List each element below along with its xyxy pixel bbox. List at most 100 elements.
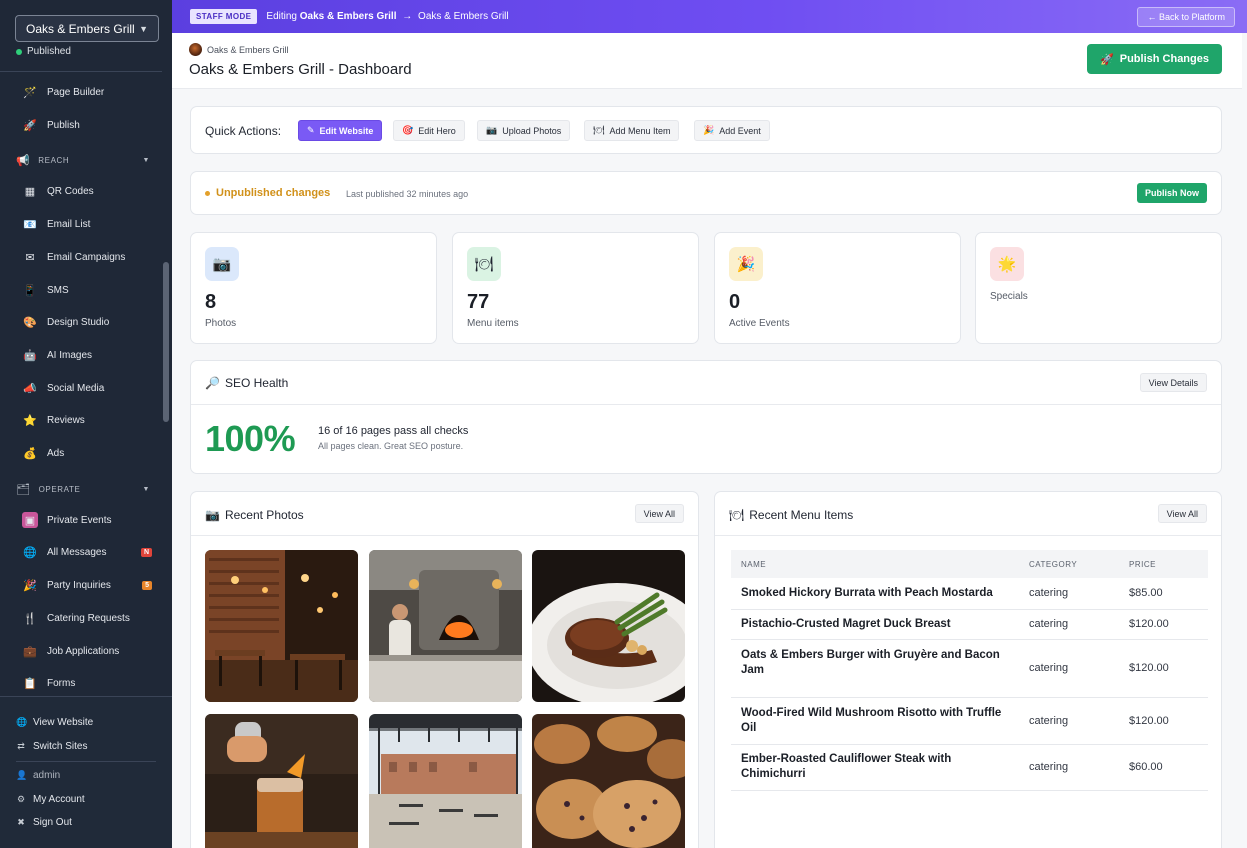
menu-item-name: Oats & Embers Burger with Gruyère and Ba… — [731, 639, 1019, 698]
sidebar-item-social-media[interactable]: 📣 Social Media — [22, 378, 152, 398]
column-header-category[interactable]: CATEGORY — [1019, 550, 1119, 578]
pizza-oven-chef-image — [369, 550, 522, 702]
menu-item-category: catering — [1019, 697, 1119, 745]
pencil-icon: ✎ — [307, 125, 315, 135]
column-header-name[interactable]: NAME — [731, 550, 1019, 578]
stat-card-specials[interactable]: 🌟 Specials — [975, 232, 1222, 344]
sidebar-item-reviews[interactable]: ⭐ Reviews — [22, 410, 152, 430]
view-website-link[interactable]: 🌐 View Website — [16, 717, 93, 728]
stat-card-active-events[interactable]: 🎉 0 Active Events — [714, 232, 961, 344]
sidebar-item-design-studio[interactable]: 🎨 Design Studio — [22, 312, 152, 332]
close-icon: ✖ — [17, 817, 25, 827]
upload-photos-button[interactable]: 📷 Upload Photos — [477, 120, 571, 141]
photo-cocktail[interactable] — [205, 714, 358, 848]
globe-icon: 🌐 — [16, 717, 28, 727]
stat-card-menu-items[interactable]: 🍽 77 Menu items — [452, 232, 699, 344]
sidebar-footer: 🌐 View Website ⇄ Switch Sites 👤 admin ⚙ … — [0, 696, 172, 848]
menu-item-price: $120.00 — [1119, 609, 1208, 640]
sidebar-item-sms[interactable]: 📱 SMS — [22, 280, 152, 300]
sidebar-item-qr-codes[interactable]: ▦ QR Codes — [22, 181, 152, 201]
sidebar-item-label: Ads — [47, 447, 65, 459]
column-header-price[interactable]: PRICE — [1119, 550, 1208, 578]
calendar-icon: ▣ — [22, 512, 38, 528]
sidebar-item-forms[interactable]: 📋 Forms — [22, 673, 152, 693]
table-row[interactable]: Smoked Hickory Burrata with Peach Mostar… — [731, 578, 1208, 610]
publish-now-button[interactable]: Publish Now — [1137, 183, 1207, 203]
sidebar-item-label: Forms — [47, 677, 76, 689]
sidebar-scrollbar[interactable] — [163, 262, 169, 422]
page-header: Oaks & Embers Grill Oaks & Embers Grill … — [172, 33, 1242, 89]
publish-status: Published — [16, 46, 71, 57]
sparkle-icon: 🌟 — [990, 247, 1024, 281]
photo-patio[interactable] — [369, 714, 522, 848]
card-divider — [715, 535, 1221, 536]
switch-sites-link[interactable]: ⇄ Switch Sites — [16, 741, 87, 752]
sidebar-item-email-list[interactable]: 📧 Email List — [22, 214, 152, 234]
sidebar-divider — [0, 696, 172, 697]
add-menu-item-button[interactable]: 🍽 Add Menu Item — [584, 120, 680, 141]
scones-image — [532, 714, 685, 848]
recent-menu-title: 🍽 Recent Menu Items — [729, 508, 853, 522]
table-row[interactable]: Oats & Embers Burger with Gruyère and Ba… — [731, 639, 1208, 698]
edit-hero-button[interactable]: 🎯 Edit Hero — [393, 120, 465, 141]
sidebar-item-email-campaigns[interactable]: ✉ Email Campaigns — [22, 247, 152, 267]
sidebar-item-label: Email List — [47, 218, 91, 230]
my-account-link[interactable]: ⚙ My Account — [16, 794, 85, 805]
menu-item-name: Wood-Fired Wild Mushroom Risotto with Tr… — [731, 697, 1019, 745]
sidebar-item-party-inquiries[interactable]: 🎉 Party Inquiries 5 — [22, 575, 152, 595]
sidebar-item-ai-images[interactable]: 🤖 AI Images — [22, 345, 152, 365]
sidebar-item-publish[interactable]: 🚀 Publish — [22, 115, 152, 135]
stat-label: Menu items — [467, 318, 519, 329]
party-icon: 🎉 — [23, 579, 37, 592]
card-divider — [191, 535, 698, 536]
sidebar-item-job-applications[interactable]: 💼 Job Applications — [22, 641, 152, 661]
edit-website-button[interactable]: ✎ Edit Website — [298, 120, 383, 141]
site-select[interactable]: Oaks & Embers Grill ▼ — [15, 15, 159, 42]
card-divider — [191, 404, 1221, 405]
globe-icon: 🌐 — [23, 546, 37, 559]
photo-restaurant-interior[interactable] — [205, 550, 358, 702]
party-icon: 🎉 — [703, 125, 715, 135]
sidebar-item-page-builder[interactable]: 🪄 Page Builder — [22, 82, 152, 102]
publish-changes-button[interactable]: 🚀 Publish Changes — [1087, 44, 1222, 74]
chevron-down-icon: ▼ — [139, 23, 148, 34]
view-details-button[interactable]: View Details — [1139, 373, 1207, 392]
sidebar-item-catering-requests[interactable]: 🍴 Catering Requests — [22, 608, 152, 628]
quick-actions-label: Quick Actions: — [205, 124, 282, 138]
table-row[interactable]: Wood-Fired Wild Mushroom Risotto with Tr… — [731, 697, 1208, 745]
photo-steak-plate[interactable] — [532, 550, 685, 702]
section-reach[interactable]: 📢 REACH ▼ — [16, 153, 150, 167]
caret-down-icon: ▼ — [142, 156, 150, 164]
view-all-menu-button[interactable]: View All — [1157, 504, 1207, 523]
count-badge: 5 — [142, 580, 152, 590]
stat-value: 77 — [467, 291, 490, 313]
back-to-platform-button[interactable]: ← Back to Platform — [1137, 7, 1235, 27]
sidebar-item-ads[interactable]: 💰 Ads — [22, 443, 152, 463]
breadcrumb-site[interactable]: Oaks & Embers Grill — [207, 45, 289, 55]
stat-card-photos[interactable]: 📷 8 Photos — [190, 232, 437, 344]
photo-pizza-oven-chef[interactable] — [369, 550, 522, 702]
sidebar-item-all-messages[interactable]: 🌐 All Messages N — [22, 542, 152, 562]
user-label: 👤 admin — [16, 770, 60, 781]
menu-item-price: $85.00 — [1119, 578, 1208, 610]
upload-photos-label: Upload Photos — [502, 125, 562, 136]
table-header-row: NAME CATEGORY PRICE — [731, 550, 1208, 578]
table-row[interactable]: Ember-Roasted Cauliflower Steak with Chi… — [731, 744, 1208, 791]
publish-changes-label: Publish Changes — [1119, 53, 1209, 65]
qr-icon: ▦ — [24, 185, 36, 198]
add-event-button[interactable]: 🎉 Add Event — [694, 120, 770, 141]
seo-health-card: 🔎 SEO Health View Details 100% 16 of 16 … — [190, 360, 1222, 474]
stat-value: 8 — [205, 291, 217, 313]
view-all-photos-button[interactable]: View All — [634, 504, 684, 523]
table-row[interactable]: Pistachio-Crusted Magret Duck Breast cat… — [731, 609, 1208, 640]
photo-scones[interactable] — [532, 714, 685, 848]
edit-website-label: Edit Website — [319, 125, 374, 136]
sidebar-divider — [0, 71, 162, 72]
unread-badge: N — [140, 547, 152, 557]
breadcrumb: Oaks & Embers Grill — [189, 43, 289, 56]
sidebar-item-private-events[interactable]: ▣ Private Events — [22, 510, 152, 530]
sign-out-link[interactable]: ✖ Sign Out — [16, 817, 72, 828]
target-icon: 🎯 — [402, 125, 414, 135]
section-operate[interactable]: 🗂 OPERATE ▼ — [16, 482, 150, 496]
phone-icon: 📱 — [23, 284, 37, 297]
